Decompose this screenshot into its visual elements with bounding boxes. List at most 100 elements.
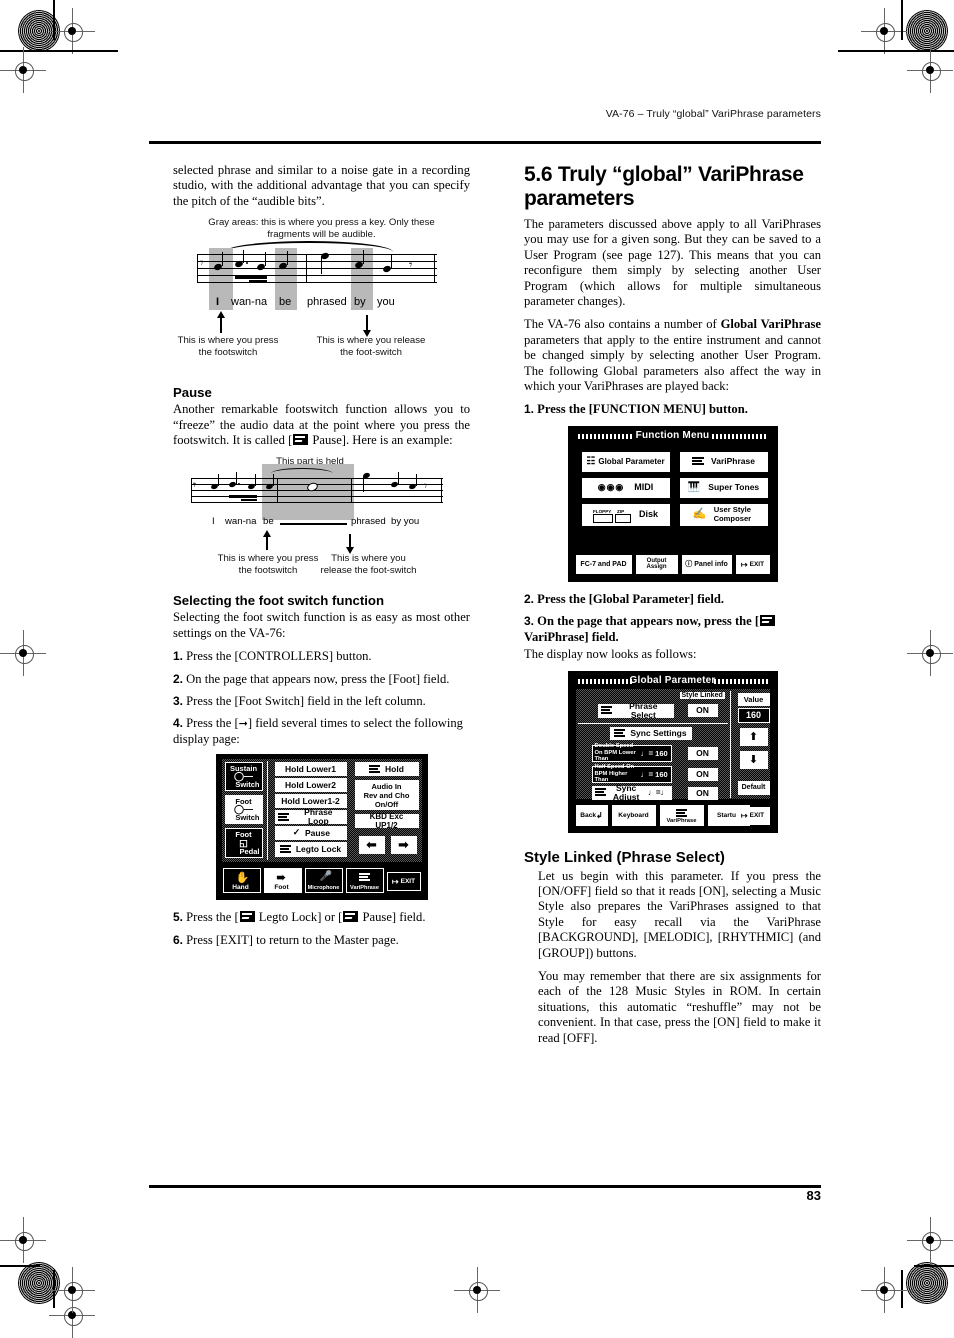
crop-line-top-right-v bbox=[901, 0, 903, 40]
right-para-1: The parameters discussed above apply to … bbox=[524, 217, 821, 309]
tab-keyboard[interactable]: Keyboard bbox=[611, 804, 656, 826]
button-next-page[interactable]: ➡ bbox=[390, 836, 417, 855]
right-step-1-num: 1. bbox=[524, 402, 535, 417]
lcd-foot-switch-page[interactable]: Sustain ◯— Switch Foot ◯— Switch Foot ◱ … bbox=[215, 754, 428, 901]
tab-function-exit[interactable]: ↦ EXIT bbox=[735, 554, 770, 574]
menu-item-global-parameter[interactable]: ☷ Global Parameter bbox=[581, 451, 670, 472]
tab-fc7-and-pad[interactable]: FC-7 and PAD bbox=[575, 554, 632, 574]
button-sustain-switch[interactable]: Sustain ◯— Switch bbox=[224, 762, 263, 792]
right-step-2: 2. Press the [Global Parameter] field. bbox=[524, 592, 821, 607]
right-para-2-c: parameters that apply to the entire inst… bbox=[524, 332, 821, 394]
menu-item-midi[interactable]: ◉◉◉ MIDI bbox=[581, 477, 670, 498]
tab-exit[interactable]: ↦ EXIT bbox=[386, 872, 421, 892]
toggle-phrase-select-on[interactable]: ON bbox=[687, 703, 718, 717]
release-arrow bbox=[363, 315, 371, 338]
button-legto-lock[interactable]: Legto Lock bbox=[274, 842, 347, 858]
lyric2-4: phrased bbox=[351, 516, 386, 528]
hold-extension-line bbox=[280, 523, 347, 525]
tab-back-label: Back bbox=[580, 811, 597, 819]
crop-line-top-right-h bbox=[838, 50, 954, 52]
tab-output-assign[interactable]: Output Assign bbox=[635, 554, 678, 574]
menu-item-disk[interactable]: FLOPPY ZIP Disk bbox=[581, 503, 670, 526]
tab-global-variphrase[interactable]: VariPhrase bbox=[659, 804, 704, 826]
right-step-3-num: 3. bbox=[524, 614, 535, 629]
step-4-num: 4. bbox=[173, 716, 184, 731]
variphrase-icon-tab bbox=[675, 808, 689, 820]
title-dash-left bbox=[577, 433, 634, 439]
crop-line-top-left-h bbox=[0, 50, 118, 52]
button-kbd-exc-up[interactable]: KBD Exc UP1/2 bbox=[354, 812, 419, 830]
row-half-speed[interactable]: Half Speed On BPM Higher Than ♩= 160 bbox=[591, 764, 672, 783]
tab-foot-label: Foot bbox=[274, 884, 289, 892]
density-dot-top-right bbox=[906, 10, 948, 52]
right-column: 5.6 Truly “global” VariPhrase parameters… bbox=[524, 163, 821, 1054]
menu-item-user-style-composer-label: User Style Composer bbox=[713, 505, 752, 523]
floppy-zip-icon: FLOPPY ZIP bbox=[592, 507, 633, 523]
variphrase-icon-menu bbox=[692, 456, 705, 467]
exit-door-icon-2: ↦ bbox=[740, 559, 748, 569]
tab-global-exit-label: EXIT bbox=[749, 812, 765, 819]
button-prev-page[interactable]: ⬅ bbox=[358, 836, 385, 855]
row-double-speed[interactable]: Double Speed On BPM Lower Than ♩= 160 bbox=[591, 743, 672, 762]
button-hold-lower2[interactable]: Hold Lower2 bbox=[274, 778, 347, 793]
tab-panel-info[interactable]: ⓘ Panel info bbox=[681, 554, 732, 574]
tab-microphone-label: Microphone bbox=[307, 885, 340, 892]
exit-door-icon-3: ↦ bbox=[740, 811, 748, 820]
step-2-text: On the page that appears now, press the … bbox=[186, 671, 450, 686]
tab-foot[interactable]: ➠ Foot bbox=[263, 868, 302, 894]
tab-microphone[interactable]: 🎤 Microphone bbox=[304, 868, 343, 894]
button-hold-lower1[interactable]: Hold Lower1 bbox=[274, 762, 347, 777]
exit-door-icon: ↦ bbox=[391, 877, 399, 887]
lyric2-5: by you bbox=[391, 516, 420, 528]
button-phrase-loop[interactable]: Phrase Loop bbox=[274, 808, 347, 826]
variphrase-icon-gp2 bbox=[614, 728, 627, 739]
button-hold[interactable]: Hold bbox=[354, 762, 419, 777]
step-4-pre: Press the [ bbox=[186, 716, 239, 731]
tab-hand[interactable]: ✋ Hand bbox=[222, 868, 261, 894]
right-step-3-pre: On the page that appears now, press the … bbox=[537, 614, 760, 629]
variphrase-icon-gp1 bbox=[600, 705, 614, 716]
step-2: 2. On the page that appears now, press t… bbox=[173, 672, 470, 687]
variphrase-glyph-icon bbox=[293, 434, 309, 446]
button-audio-in-rev-cho[interactable]: Audio In Rev and Cho On/Off bbox=[354, 780, 419, 811]
selecting-intro: Selecting the foot switch function is as… bbox=[173, 610, 470, 640]
button-pause[interactable]: ✓ Pause bbox=[274, 826, 347, 841]
value-default-button[interactable]: Default bbox=[737, 780, 770, 795]
figure1-note-right: This is where you release the foot-switc… bbox=[316, 335, 426, 358]
menu-item-variphrase[interactable]: VariPhrase bbox=[679, 451, 768, 472]
left-column: selected phrase and similar to a noise g… bbox=[173, 163, 470, 955]
row-sync-settings-label: Sync Settings bbox=[630, 727, 687, 738]
global-title-dash-left bbox=[577, 678, 632, 684]
figure-part-held: This part is held 𝄾 𝄾 I wan-na be phrase… bbox=[173, 456, 470, 581]
tab-variphrase[interactable]: VariPhrase bbox=[345, 868, 384, 894]
row-sync-adjust[interactable]: Sync Adjust ♩=♩ bbox=[591, 782, 672, 802]
lcd-global-parameter[interactable]: Global Parameter Style Linked Phrase Sel… bbox=[567, 670, 778, 833]
toggle-half-speed-on[interactable]: ON bbox=[687, 767, 718, 781]
composer-icon: ✍ bbox=[692, 508, 707, 521]
row-phrase-select[interactable]: Phrase Select bbox=[597, 701, 674, 719]
toggle-double-speed-on[interactable]: ON bbox=[687, 746, 718, 760]
tab-global-exit[interactable]: ↦ EXIT bbox=[735, 806, 770, 825]
button-foot-pedal[interactable]: Foot ◱ Pedal bbox=[224, 828, 263, 859]
button-hold-lower1-2[interactable]: Hold Lower1-2 bbox=[274, 794, 347, 809]
row-sync-settings[interactable]: Sync Settings bbox=[609, 726, 692, 740]
tab-back[interactable]: Back ↲ bbox=[575, 804, 608, 826]
figure1-note-left: This is where you press the footswitch bbox=[177, 335, 279, 358]
variphrase-icon-gp3 bbox=[594, 787, 606, 798]
menu-item-super-tones[interactable]: 🎹 Super Tones bbox=[679, 477, 768, 498]
value-down-button[interactable]: ⬇ bbox=[739, 750, 768, 769]
right-step-1: 1. Press the [FUNCTION MENU] button. bbox=[524, 402, 821, 417]
toggle-sync-adjust-on[interactable]: ON bbox=[687, 786, 718, 800]
quarter-rest-2: 𝄾 bbox=[409, 258, 413, 274]
step-6-num: 6. bbox=[173, 932, 184, 947]
menu-item-user-style-composer[interactable]: ✍ User Style Composer bbox=[679, 503, 768, 526]
button-foot-switch[interactable]: Foot ◯— Switch bbox=[224, 795, 263, 825]
piano-icon: 🎹 bbox=[687, 482, 701, 494]
lyric-1: I bbox=[216, 296, 220, 309]
row-sync-adjust-label: Sync Adjust bbox=[612, 782, 640, 802]
button-foot-switch-line2: Switch bbox=[235, 813, 260, 823]
value-up-button[interactable]: ⬆ bbox=[739, 727, 768, 746]
crop-line-bottom-right-h bbox=[914, 1265, 954, 1267]
pause-paragraph: Another remarkable footswitch function a… bbox=[173, 402, 470, 448]
lcd-function-menu[interactable]: Function Menu ☷ Global Parameter VariPhr… bbox=[567, 425, 778, 582]
